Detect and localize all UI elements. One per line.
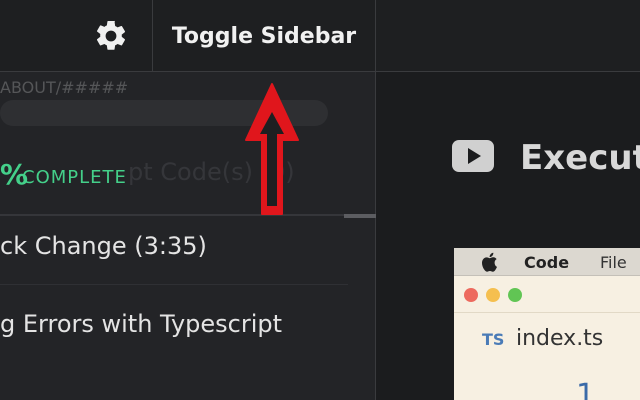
progress-complete-label: COMPLETE (22, 167, 127, 188)
settings-button[interactable] (70, 0, 152, 72)
top-divider-right (375, 0, 376, 72)
window-zoom-dot (508, 288, 522, 302)
top-bar: Toggle Sidebar (0, 0, 640, 72)
mac-menu-bar: Code File (454, 248, 640, 276)
gear-icon (96, 20, 126, 50)
window-close-dot (464, 288, 478, 302)
toggle-sidebar-button[interactable]: Toggle Sidebar (153, 0, 375, 72)
typescript-file-icon: TS (482, 330, 505, 349)
section-divider (0, 214, 376, 216)
scrollbar-thumb[interactable] (344, 214, 376, 218)
menu-item-code: Code (524, 253, 570, 272)
lesson-divider (0, 284, 348, 285)
video-thumbnail[interactable]: Code File TS index.ts 1 (454, 248, 640, 400)
line-number: 1 (576, 378, 596, 400)
lesson-item[interactable]: g Errors with Typescript (0, 310, 282, 338)
apple-logo-icon (482, 252, 497, 272)
window-minimize-dot (486, 288, 500, 302)
course-meta: ABOUT/##### (0, 78, 129, 97)
play-video-icon (452, 140, 494, 172)
up-arrow-icon (245, 83, 299, 215)
window-divider (454, 312, 640, 313)
lesson-title: Execut (520, 138, 640, 178)
sidebar: ABOUT/##### % COMPLETE pt Code(s) (0) ck… (0, 72, 376, 400)
editor-window: TS index.ts 1 (454, 276, 640, 400)
file-name: index.ts (516, 326, 604, 351)
menu-item-file: File (600, 253, 627, 272)
main-content: Execut Code File TS index.ts 1 (376, 72, 640, 400)
lesson-item[interactable]: ck Change (3:35) (0, 232, 207, 260)
